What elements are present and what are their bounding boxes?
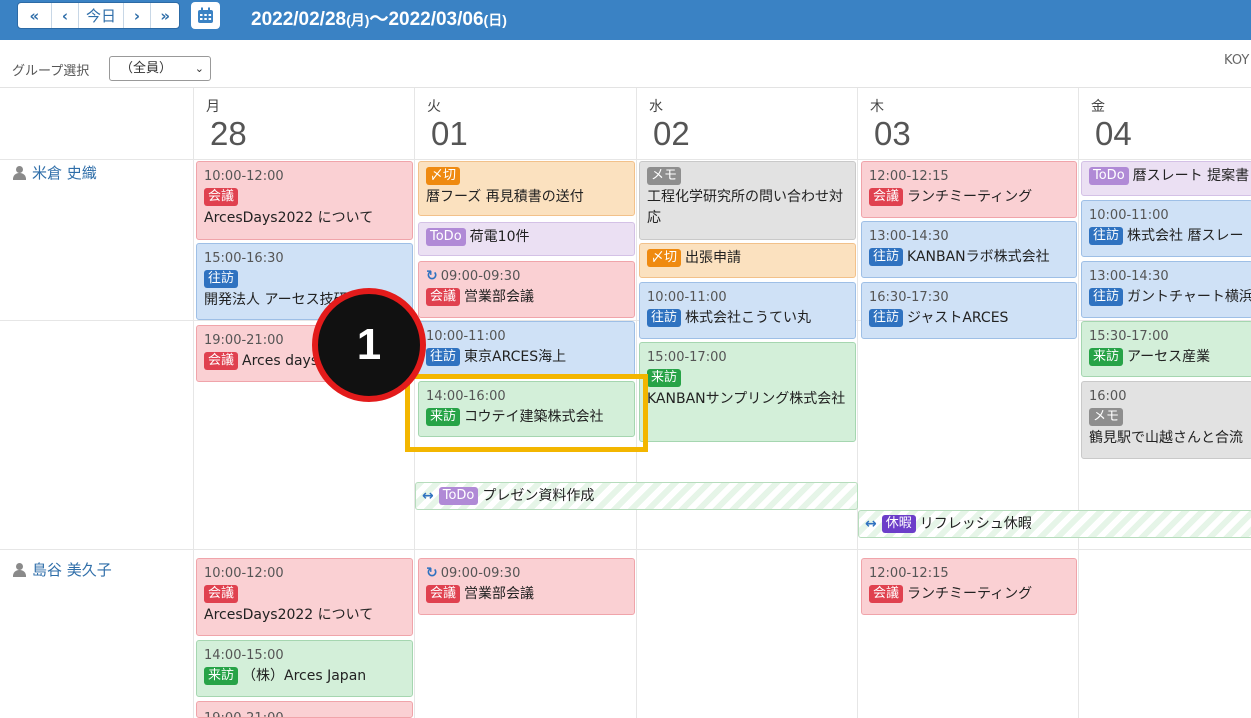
category-badge: 来訪 bbox=[204, 667, 239, 685]
grid-line bbox=[0, 549, 1251, 550]
category-badge: 往訪 bbox=[1089, 288, 1124, 306]
category-badge: ToDo bbox=[438, 487, 479, 505]
event-card[interactable]: 〆切 暦フーズ 再見積書の送付 bbox=[418, 161, 635, 216]
event-card[interactable]: ToDo 荷電10件 bbox=[418, 222, 635, 256]
highlight-box bbox=[405, 374, 648, 452]
multi-day-bar[interactable]: ↔ 休暇 リフレッシュ休暇 bbox=[858, 510, 1251, 538]
event-card[interactable]: メモ 工程化学研究所の問い合わせ対応 bbox=[639, 161, 856, 240]
event-card[interactable]: 12:00-12:15 会議 ランチミーティング bbox=[861, 161, 1077, 218]
user-name-2[interactable]: 島谷 美久子 bbox=[12, 559, 112, 580]
category-badge: 〆切 bbox=[426, 167, 461, 185]
event-card[interactable]: 10:00-11:00 往訪 株式会社 暦スレー bbox=[1081, 200, 1251, 257]
category-badge: ToDo bbox=[426, 228, 466, 246]
grid-line bbox=[0, 159, 1251, 160]
day-header-mon: 月 28 bbox=[206, 99, 247, 152]
category-badge: 会議 bbox=[426, 585, 461, 603]
multi-day-bar[interactable]: ↔ ToDo プレゼン資料作成 bbox=[415, 482, 858, 510]
day-header-tue: 火 01 bbox=[427, 99, 468, 152]
event-card[interactable]: 15:00-17:00 来訪 KANBANサンプリング株式会社 bbox=[639, 342, 856, 442]
date-nav-group: « ‹ 今日 › » bbox=[17, 2, 180, 29]
chevron-down-icon: ⌄ bbox=[194, 62, 204, 75]
event-card[interactable]: ↻ 09:00-09:30 会議 営業部会議 bbox=[418, 558, 635, 615]
category-badge: 会議 bbox=[204, 585, 239, 603]
span-arrow-icon: ↔ bbox=[422, 488, 434, 504]
category-badge: メモ bbox=[647, 167, 682, 185]
repeat-icon: ↻ bbox=[426, 268, 438, 284]
category-badge: 往訪 bbox=[204, 270, 239, 288]
category-badge: 来訪 bbox=[647, 369, 682, 387]
category-badge: 会議 bbox=[204, 188, 239, 206]
category-badge: 往訪 bbox=[1089, 227, 1124, 245]
event-card[interactable]: 16:00 メモ 鶴見駅で山越さんと合流 bbox=[1081, 381, 1251, 459]
date-range-title: 2022/02/28(月)～2022/03/06(日) bbox=[251, 9, 507, 30]
user-name-1[interactable]: 米倉 史織 bbox=[12, 162, 97, 183]
event-card[interactable]: 10:00-11:00 往訪 東京ARCES海上 bbox=[418, 321, 635, 376]
group-select-label: グループ選択 bbox=[12, 64, 90, 79]
last-week-button[interactable]: » bbox=[151, 3, 179, 28]
category-badge: メモ bbox=[1089, 408, 1124, 426]
category-badge: 往訪 bbox=[869, 248, 904, 266]
span-arrow-icon: ↔ bbox=[865, 516, 877, 532]
person-icon bbox=[12, 562, 26, 577]
user-reference: KOY bbox=[1224, 53, 1250, 68]
calendar-icon bbox=[198, 7, 213, 23]
category-badge: 会議 bbox=[204, 352, 239, 370]
event-card[interactable]: 10:00-12:00 会議 ArcesDays2022 について bbox=[196, 161, 413, 240]
category-badge: ToDo bbox=[1089, 167, 1129, 185]
event-card[interactable]: ToDo 暦スレート 提案書 bbox=[1081, 161, 1251, 196]
group-select[interactable]: （全員） ⌄ bbox=[109, 56, 211, 81]
next-week-button[interactable]: › bbox=[124, 3, 152, 28]
event-card[interactable]: 19:00-21:00 bbox=[196, 701, 413, 718]
top-bar: « ‹ 今日 › » 2022/02/28(月)～2022/03/06(日) bbox=[0, 0, 1251, 40]
event-card[interactable]: ↻ 09:00-09:30 会議 営業部会議 bbox=[418, 261, 635, 318]
event-card[interactable]: 14:00-15:00 来訪 （株）Arces Japan bbox=[196, 640, 413, 697]
calendar-button[interactable] bbox=[191, 2, 220, 29]
grid-line bbox=[1078, 88, 1079, 718]
category-badge: 休暇 bbox=[881, 515, 916, 533]
step-callout: 1 bbox=[312, 288, 426, 402]
category-badge: 往訪 bbox=[647, 309, 682, 327]
day-header-thu: 木 03 bbox=[870, 99, 911, 152]
prev-week-button[interactable]: ‹ bbox=[52, 3, 80, 28]
event-card[interactable]: 12:00-12:15 会議 ランチミーティング bbox=[861, 558, 1077, 615]
filter-toolbar: グループ選択 （全員） ⌄ KOY bbox=[0, 40, 1251, 88]
event-card[interactable]: 13:00-14:30 往訪 KANBANラボ株式会社 bbox=[861, 221, 1077, 278]
category-badge: 会議 bbox=[869, 188, 904, 206]
event-card[interactable]: 13:00-14:30 往訪 ガントチャート横浜 bbox=[1081, 261, 1251, 318]
person-icon bbox=[12, 165, 26, 180]
day-header-wed: 水 02 bbox=[649, 99, 690, 152]
today-button[interactable]: 今日 bbox=[79, 3, 124, 28]
event-card[interactable]: 16:30-17:30 往訪 ジャストARCES bbox=[861, 282, 1077, 339]
category-badge: 〆切 bbox=[647, 249, 682, 267]
event-card[interactable]: 15:30-17:00 来訪 アーセス産業 bbox=[1081, 321, 1251, 377]
first-week-button[interactable]: « bbox=[18, 3, 52, 28]
category-badge: 往訪 bbox=[426, 348, 461, 366]
category-badge: 来訪 bbox=[1089, 348, 1124, 366]
repeat-icon: ↻ bbox=[426, 565, 438, 581]
grid-line bbox=[193, 88, 194, 718]
category-badge: 会議 bbox=[869, 585, 904, 603]
event-card[interactable]: 〆切 出張申請 bbox=[639, 243, 856, 278]
event-card[interactable]: 10:00-11:00 往訪 株式会社こうてい丸 bbox=[639, 282, 856, 339]
category-badge: 往訪 bbox=[869, 309, 904, 327]
grid-line bbox=[857, 88, 858, 718]
day-header-fri: 金 04 bbox=[1091, 99, 1132, 152]
event-card[interactable]: 10:00-12:00 会議 ArcesDays2022 について bbox=[196, 558, 413, 636]
category-badge: 会議 bbox=[426, 288, 461, 306]
